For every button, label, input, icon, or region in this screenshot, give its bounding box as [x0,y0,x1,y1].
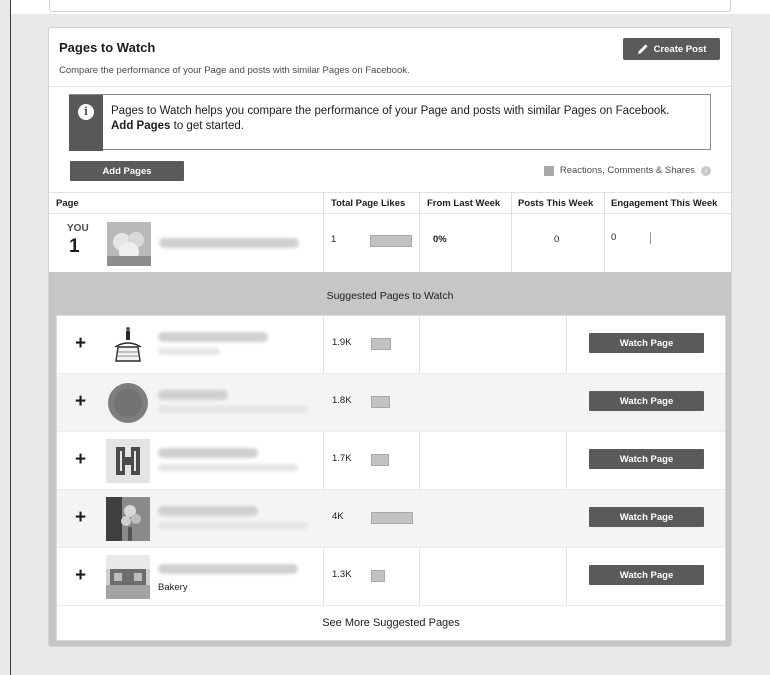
add-page-icon[interactable]: + [75,566,86,586]
page-thumbnail [108,383,148,423]
likes-bar [371,570,385,582]
info-text: Pages to Watch helps you compare the per… [111,104,671,134]
pages-to-watch-card: Pages to Watch Compare the performance o… [48,27,732,647]
page-category-redacted [158,348,220,355]
create-post-label: Create Post [653,43,707,55]
engagement-bar [650,232,651,244]
page-name-redacted [158,564,298,574]
likes-bar [370,235,412,247]
table-header: Page Total Page Likes From Last Week Pos… [49,192,731,214]
you-label: YOU [67,223,89,234]
info-text-end: to get started. [173,120,244,132]
previous-card-edge [10,0,770,14]
engagement-value: 0 [611,232,617,243]
col-header-total-likes[interactable]: Total Page Likes [331,198,405,209]
your-page-row: YOU 1 1 0% 0 0 [49,214,731,272]
page-category-redacted [158,464,298,471]
legend-label: Reactions, Comments & Shares [559,165,695,176]
posts-this-week-value: 0 [554,234,560,245]
total-likes-value: 1.9K [332,337,352,348]
add-page-icon[interactable]: + [75,450,86,470]
watch-page-button[interactable]: Watch Page [589,507,704,527]
likes-bar [371,512,413,524]
page-name-redacted [158,448,258,458]
info-icon: i [78,104,94,120]
add-pages-button[interactable]: Add Pages [70,161,184,181]
info-text-add-pages[interactable]: Add Pages [111,120,170,132]
see-more-suggested-link[interactable]: See More Suggested Pages [57,606,725,640]
suggested-page-row: + 1.8K Watch Page [57,374,725,432]
your-page-thumbnail [107,222,151,266]
page-name-redacted [158,390,228,400]
page-category-redacted [158,406,308,413]
suggested-page-row: + 4K Watch Page [57,490,725,548]
suggested-page-row: + 1.7K Watch Page [57,432,725,490]
suggested-page-row: + 1.9K Watch Page [57,316,725,374]
card-title: Pages to Watch [59,40,156,55]
create-post-button[interactable]: Create Post [623,38,720,60]
window-edge [10,0,11,675]
likes-bar [371,338,391,350]
letter-h-logo-thumbnail [106,439,150,483]
col-header-from-last-week[interactable]: From Last Week [427,198,500,209]
total-likes-value: 1 [331,234,337,245]
likes-bar [371,454,389,466]
page-category-redacted [158,522,308,529]
col-header-posts-this-week[interactable]: Posts This Week [518,198,593,209]
total-likes-value: 4K [332,511,344,522]
rank-number: 1 [69,236,80,257]
page-name-redacted [158,332,268,342]
suggested-title: Suggested Pages to Watch [326,290,454,302]
storefront-page-thumbnail [106,555,150,599]
add-page-icon[interactable]: + [75,508,86,528]
page-category: Bakery [158,582,188,593]
cake-page-thumbnail [106,323,150,367]
help-icon[interactable]: i [701,165,711,176]
flowers-page-thumbnail [106,497,150,541]
info-banner: i Pages to Watch helps you compare the p… [69,94,711,151]
suggested-list: + 1.9K Watch Page + 1.8K Watch Page + 1.… [56,315,726,641]
card-subtitle: Compare the performance of your Page and… [59,65,410,76]
legend-swatch [543,165,554,176]
info-text-start: Pages to Watch helps you compare the per… [111,105,670,117]
col-header-engagement[interactable]: Engagement This Week [611,198,717,209]
page-name-redacted [158,506,258,516]
watch-page-button[interactable]: Watch Page [589,565,704,585]
total-likes-value: 1.8K [332,395,352,406]
pencil-icon [637,44,648,54]
total-likes-value: 1.3K [332,569,352,580]
watch-page-button[interactable]: Watch Page [589,449,704,469]
add-page-icon[interactable]: + [75,392,86,412]
watch-page-button[interactable]: Watch Page [589,333,704,353]
page-name-redacted [159,238,299,248]
watch-page-button[interactable]: Watch Page [589,391,704,411]
suggested-page-row: + Bakery 1.3K Watch Page [57,548,725,606]
from-last-week-value: 0% [433,234,447,245]
legend: Reactions, Comments & Shares i [543,165,711,176]
add-page-icon[interactable]: + [75,334,86,354]
header-divider [49,86,731,87]
likes-bar [371,396,390,408]
total-likes-value: 1.7K [332,453,352,464]
col-header-page[interactable]: Page [56,198,79,209]
